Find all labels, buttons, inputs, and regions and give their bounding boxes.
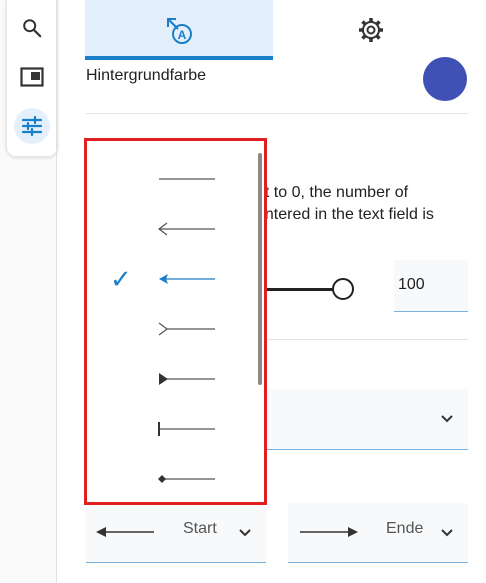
start-arrow-dropdown[interactable]: Start [86,503,266,563]
chevron-down-icon [239,529,251,537]
diamond-end-icon [158,475,215,483]
description-line-2: entered in the text field is [256,206,434,223]
divider [266,339,468,340]
triangle-arrow-icon [159,373,215,385]
svg-text:A: A [178,28,187,42]
slider-track [266,288,334,291]
rail-divider [56,0,57,583]
background-color-swatch[interactable] [423,57,467,101]
arrowhead-option-none[interactable] [87,154,252,204]
arrowhead-option-open-arrow[interactable] [87,204,252,254]
divider [86,113,468,114]
slider-thumb[interactable] [332,278,354,300]
arrowhead-option-chevron-arrow[interactable] [87,304,252,354]
bar-end-icon [158,422,215,436]
search-icon [23,19,42,38]
end-arrow-preview [300,527,358,537]
tab-settings[interactable] [273,0,468,60]
arrowhead-option-diamond[interactable] [87,454,252,504]
arrowhead-option-triangle-arrow[interactable] [87,354,252,404]
popup-scrollbar[interactable] [258,153,262,385]
rail-card [6,0,58,157]
window-icon [20,67,44,87]
line-style-dropdown[interactable] [266,389,468,450]
chevron-down-icon [441,529,453,537]
chevron-down-icon [441,415,453,423]
end-arrow-dropdown[interactable]: Ende [288,503,468,563]
chevron-arrow-icon [158,322,215,336]
window-button[interactable] [14,59,50,95]
line-none-icon [159,178,215,180]
start-arrow-preview [96,527,154,537]
gear-icon [358,18,383,42]
search-button[interactable] [14,10,50,46]
arrowhead-popup: ✓ [84,138,267,505]
sliders-icon [21,115,43,137]
end-label: Ende [386,520,424,537]
slider-value-field[interactable]: 100 [394,260,468,312]
slider-value: 100 [398,276,425,293]
arrowhead-option-classic-arrow[interactable]: ✓ [87,254,252,304]
description-line-1: et to 0, the number of [256,184,409,201]
open-arrow-icon [158,222,215,236]
arrowhead-option-bar[interactable] [87,404,252,454]
check-icon: ✓ [110,264,132,294]
tab-indicator [85,56,273,60]
tab-style[interactable]: A [85,0,273,60]
tool-rail [0,0,58,583]
background-color-label: Hintergrundfarbe [86,67,207,84]
start-label: Start [183,520,217,537]
properties-button[interactable] [14,108,50,144]
classic-arrow-icon [159,274,215,284]
style-icon: A [167,18,192,44]
